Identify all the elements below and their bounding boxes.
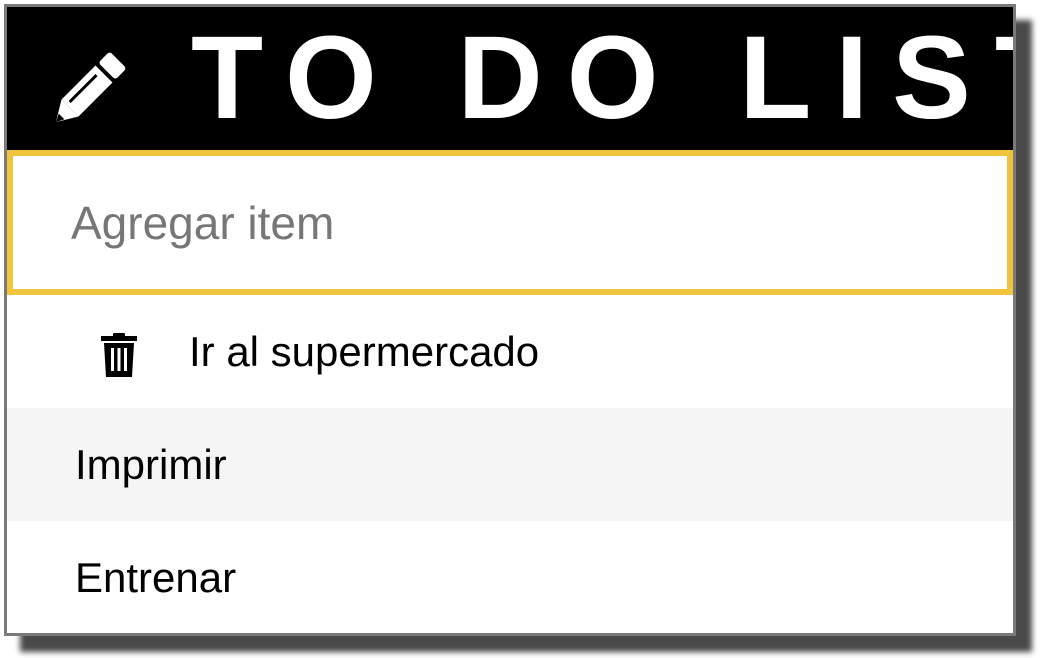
todo-item-label: Entrenar: [75, 554, 237, 601]
todo-item[interactable]: Entrenar: [7, 521, 1013, 633]
todo-list: Ir al supermercado Imprimir Entrenar: [7, 295, 1013, 633]
pencil-icon[interactable]: [41, 45, 133, 137]
todo-panel: TO DO LIST Ir al supermercado Imprimir E…: [4, 4, 1016, 636]
todo-item[interactable]: Ir al supermercado: [7, 295, 1013, 408]
todo-item-label: Ir al supermercado: [189, 328, 540, 375]
todo-item-label: Imprimir: [75, 441, 227, 488]
header: TO DO LIST: [7, 7, 1013, 150]
trash-icon[interactable]: [101, 333, 137, 377]
todo-item[interactable]: Imprimir: [7, 408, 1013, 521]
add-item-field[interactable]: [7, 150, 1013, 295]
app-title: TO DO LIST: [191, 12, 1016, 144]
add-item-input[interactable]: [13, 156, 1007, 289]
